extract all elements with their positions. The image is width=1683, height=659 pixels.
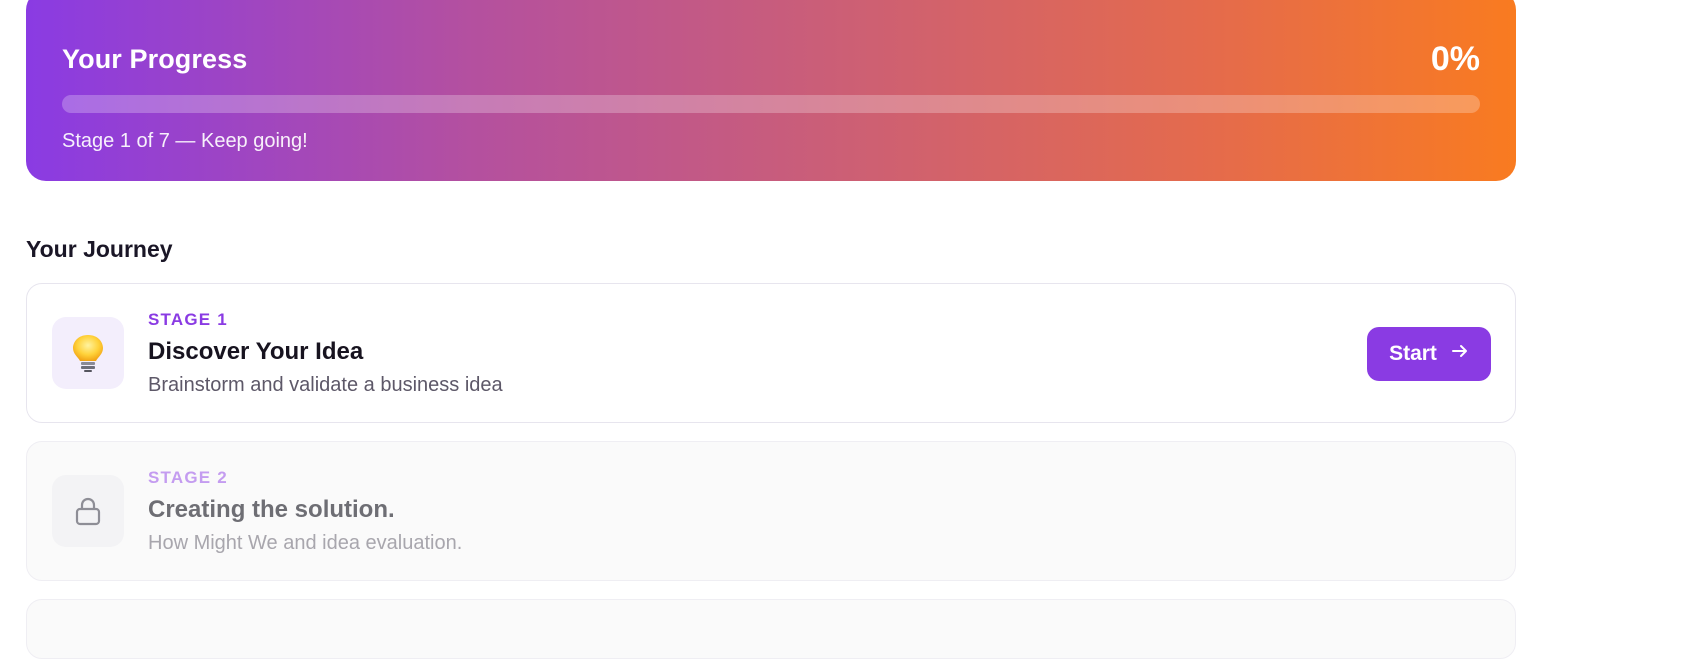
stage-description: Brainstorm and validate a business idea xyxy=(148,374,503,396)
stage-card-1: STAGE 1 Discover Your Idea Brainstorm an… xyxy=(26,283,1516,423)
stage-number: STAGE 2 xyxy=(148,468,228,487)
stage-card-3 xyxy=(26,599,1516,659)
main-content: Your Progress 0% Stage 1 of 7 — Keep goi… xyxy=(26,0,1516,659)
progress-status: Stage 1 of 7 — Keep going! xyxy=(62,130,308,152)
stage-name: Creating the solution. xyxy=(148,496,395,523)
stage-description: How Might We and idea evaluation. xyxy=(148,532,463,554)
lightbulb-icon xyxy=(52,317,124,389)
lock-icon xyxy=(52,475,124,547)
stage-name: Discover Your Idea xyxy=(148,338,364,365)
progress-card: Your Progress 0% Stage 1 of 7 — Keep goi… xyxy=(26,0,1516,181)
stage-text: STAGE 1 Discover Your Idea Brainstorm an… xyxy=(148,310,503,397)
stage-card-2: STAGE 2 Creating the solution. How Might… xyxy=(26,441,1516,581)
start-button[interactable]: Start xyxy=(1367,327,1491,381)
stage-number: STAGE 1 xyxy=(148,310,228,329)
progress-title: Your Progress xyxy=(62,44,248,74)
progress-bar xyxy=(62,95,1480,113)
stage-text: STAGE 2 Creating the solution. How Might… xyxy=(148,468,462,555)
journey-title: Your Journey xyxy=(26,236,173,262)
progress-percent: 0% xyxy=(1430,40,1480,78)
start-button-label: Start xyxy=(1389,342,1437,365)
arrow-right-icon xyxy=(1451,342,1469,366)
